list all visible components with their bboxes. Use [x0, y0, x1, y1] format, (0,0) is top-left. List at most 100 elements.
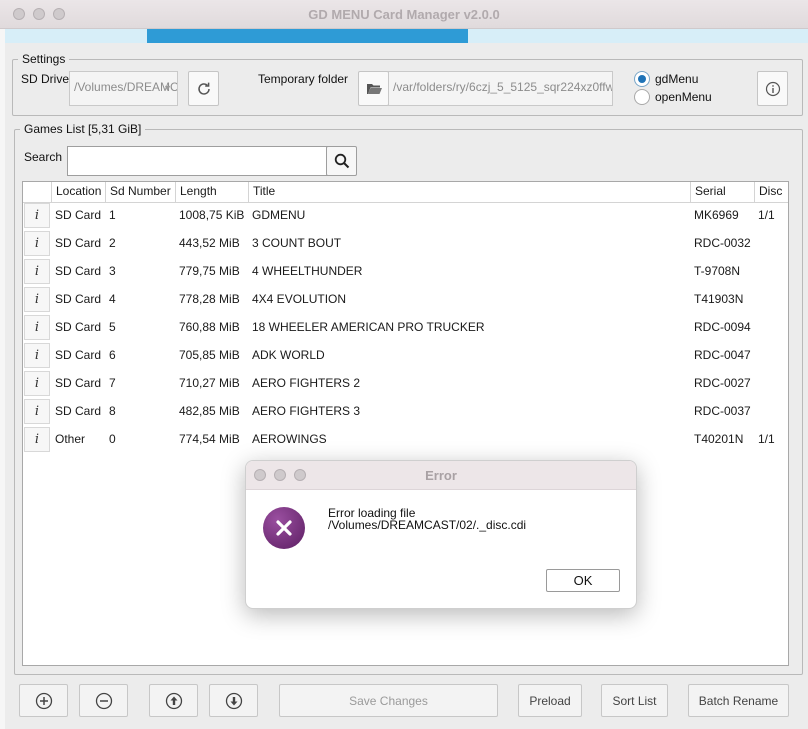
table-row[interactable]: i SD Card 5 760,88 MiB 18 WHEELER AMERICAN P… [23, 314, 788, 342]
temp-folder-value: /var/folders/ry/6czj_5_5125_sqr224xz0ffw [393, 80, 613, 94]
table-header: Location Sd Number Length Title Serial D… [23, 182, 788, 203]
header-length[interactable]: Length [175, 182, 248, 202]
cell-disc: 1/1 [758, 432, 775, 446]
openmenu-radio[interactable] [634, 89, 650, 105]
sd-drive-combo[interactable]: /Volumes/DREAMCAST ▼ [69, 71, 178, 106]
row-info-button[interactable]: i [24, 231, 50, 256]
cell-serial: T-9708N [694, 264, 741, 278]
cell-serial: T41903N [694, 292, 744, 306]
row-info-button[interactable]: i [24, 343, 50, 368]
cell-disc [754, 370, 788, 398]
cell-disc [754, 286, 788, 314]
cell-sd-number: 5 [109, 320, 116, 334]
cell-title: GDMENU [252, 208, 306, 222]
table-row[interactable]: i SD Card 6 705,85 MiB ADK WORLD RDC-0047 [23, 342, 788, 370]
dialog-title-bar: Error [246, 461, 636, 490]
refresh-button[interactable] [188, 71, 219, 106]
cell-location: SD Card [55, 208, 102, 222]
header-location[interactable]: Location [51, 182, 105, 202]
cell-sd-number: 7 [109, 376, 116, 390]
error-icon [263, 507, 305, 549]
table-row[interactable]: i SD Card 2 443,52 MiB 3 COUNT BOUT RDC-0032 [23, 230, 788, 258]
cell-location: SD Card [55, 264, 102, 278]
row-info-button[interactable]: i [24, 287, 50, 312]
cell-serial: RDC-0047 [694, 348, 751, 362]
cell-sd-number: 6 [109, 348, 116, 362]
add-game-button[interactable] [19, 684, 68, 717]
table-row[interactable]: i SD Card 8 482,85 MiB AERO FIGHTERS 3 RDC-00… [23, 398, 788, 426]
preload-button[interactable]: Preload [518, 684, 582, 717]
header-info [23, 182, 51, 202]
header-disc[interactable]: Disc [754, 182, 788, 202]
about-button[interactable] [757, 71, 788, 106]
row-info-button[interactable]: i [24, 259, 50, 284]
row-info-button[interactable]: i [24, 203, 50, 228]
search-icon [334, 153, 349, 169]
table-row[interactable]: i SD Card 1 1008,75 KiB GDMENU MK6969 1/1 [23, 202, 788, 230]
cell-location: SD Card [55, 292, 102, 306]
info-icon [765, 81, 780, 96]
cell-title: 18 WHEELER AMERICAN PRO TRUCKER [252, 320, 485, 334]
temp-folder-field[interactable]: /var/folders/ry/6czj_5_5125_sqr224xz0ffw [388, 71, 613, 106]
cell-sd-number: 1 [109, 208, 116, 222]
table-row[interactable]: i Other 0 774,54 MiB AEROWINGS T40201N 1/1 [23, 426, 788, 454]
cell-length: 443,52 MiB [179, 236, 240, 250]
gdmenu-radio[interactable] [634, 71, 650, 87]
cell-serial: RDC-0032 [694, 236, 751, 250]
cell-length: 1008,75 KiB [179, 208, 245, 222]
header-title[interactable]: Title [248, 182, 690, 202]
sd-drive-label: SD Drive [21, 72, 70, 86]
header-serial[interactable]: Serial [690, 182, 754, 202]
cell-length: 482,85 MiB [179, 404, 240, 418]
row-info-button[interactable]: i [24, 399, 50, 424]
table-row[interactable]: i SD Card 3 779,75 MiB 4 WHEELTHUNDER T-9708N [23, 258, 788, 286]
cell-length: 760,88 MiB [179, 320, 240, 334]
batch-rename-button[interactable]: Batch Rename [688, 684, 789, 717]
browse-folder-button[interactable] [358, 71, 389, 106]
search-input[interactable] [67, 146, 328, 176]
dialog-title: Error [425, 468, 457, 483]
cell-title: 3 COUNT BOUT [252, 236, 342, 250]
row-info-button[interactable]: i [24, 315, 50, 340]
minus-circle-icon [95, 692, 112, 709]
chevron-down-icon: ▼ [163, 83, 172, 93]
move-up-button[interactable] [149, 684, 198, 717]
openmenu-label: openMenu [655, 90, 712, 104]
title-bar: GD MENU Card Manager v2.0.0 [0, 0, 808, 29]
cell-location: SD Card [55, 320, 102, 334]
folder-open-icon [366, 83, 382, 94]
cell-length: 774,54 MiB [179, 432, 240, 446]
cell-title: AERO FIGHTERS 3 [252, 404, 361, 418]
cell-location: Other [55, 432, 86, 446]
save-changes-button[interactable]: Save Changes [279, 684, 498, 717]
cell-sd-number: 0 [109, 432, 116, 446]
cell-length: 705,85 MiB [179, 348, 240, 362]
cell-title: AERO FIGHTERS 2 [252, 376, 361, 390]
cell-title: 4X4 EVOLUTION [252, 292, 347, 306]
cell-title: 4 WHEELTHUNDER [252, 264, 363, 278]
move-down-button[interactable] [209, 684, 258, 717]
cell-disc [754, 230, 788, 258]
row-info-button[interactable]: i [24, 371, 50, 396]
cell-length: 710,27 MiB [179, 376, 240, 390]
dialog-message: Error loading file /Volumes/DREAMCAST/02… [328, 507, 526, 531]
cell-length: 778,28 MiB [179, 292, 240, 306]
dialog-message-line-2: /Volumes/DREAMCAST/02/._disc.cdi [328, 518, 527, 532]
window-title: GD MENU Card Manager v2.0.0 [308, 7, 500, 22]
cell-serial: RDC-0094 [694, 320, 751, 334]
ok-button[interactable]: OK [546, 569, 620, 592]
cell-disc [754, 342, 788, 370]
header-sd-number[interactable]: Sd Number [105, 182, 175, 202]
search-button[interactable] [326, 146, 357, 176]
table-row[interactable]: i SD Card 7 710,27 MiB AERO FIGHTERS 2 RDC-00… [23, 370, 788, 398]
remove-game-button[interactable] [79, 684, 128, 717]
row-info-button[interactable]: i [24, 427, 50, 452]
cell-title: ADK WORLD [252, 348, 325, 362]
gdmenu-label: gdMenu [655, 72, 699, 86]
sort-list-button[interactable]: Sort List [601, 684, 668, 717]
cell-location: SD Card [55, 348, 102, 362]
table-row[interactable]: i SD Card 4 778,28 MiB 4X4 EVOLUTION T41903N [23, 286, 788, 314]
cell-sd-number: 3 [109, 264, 116, 278]
cell-disc [754, 398, 788, 426]
cell-sd-number: 2 [109, 236, 116, 250]
